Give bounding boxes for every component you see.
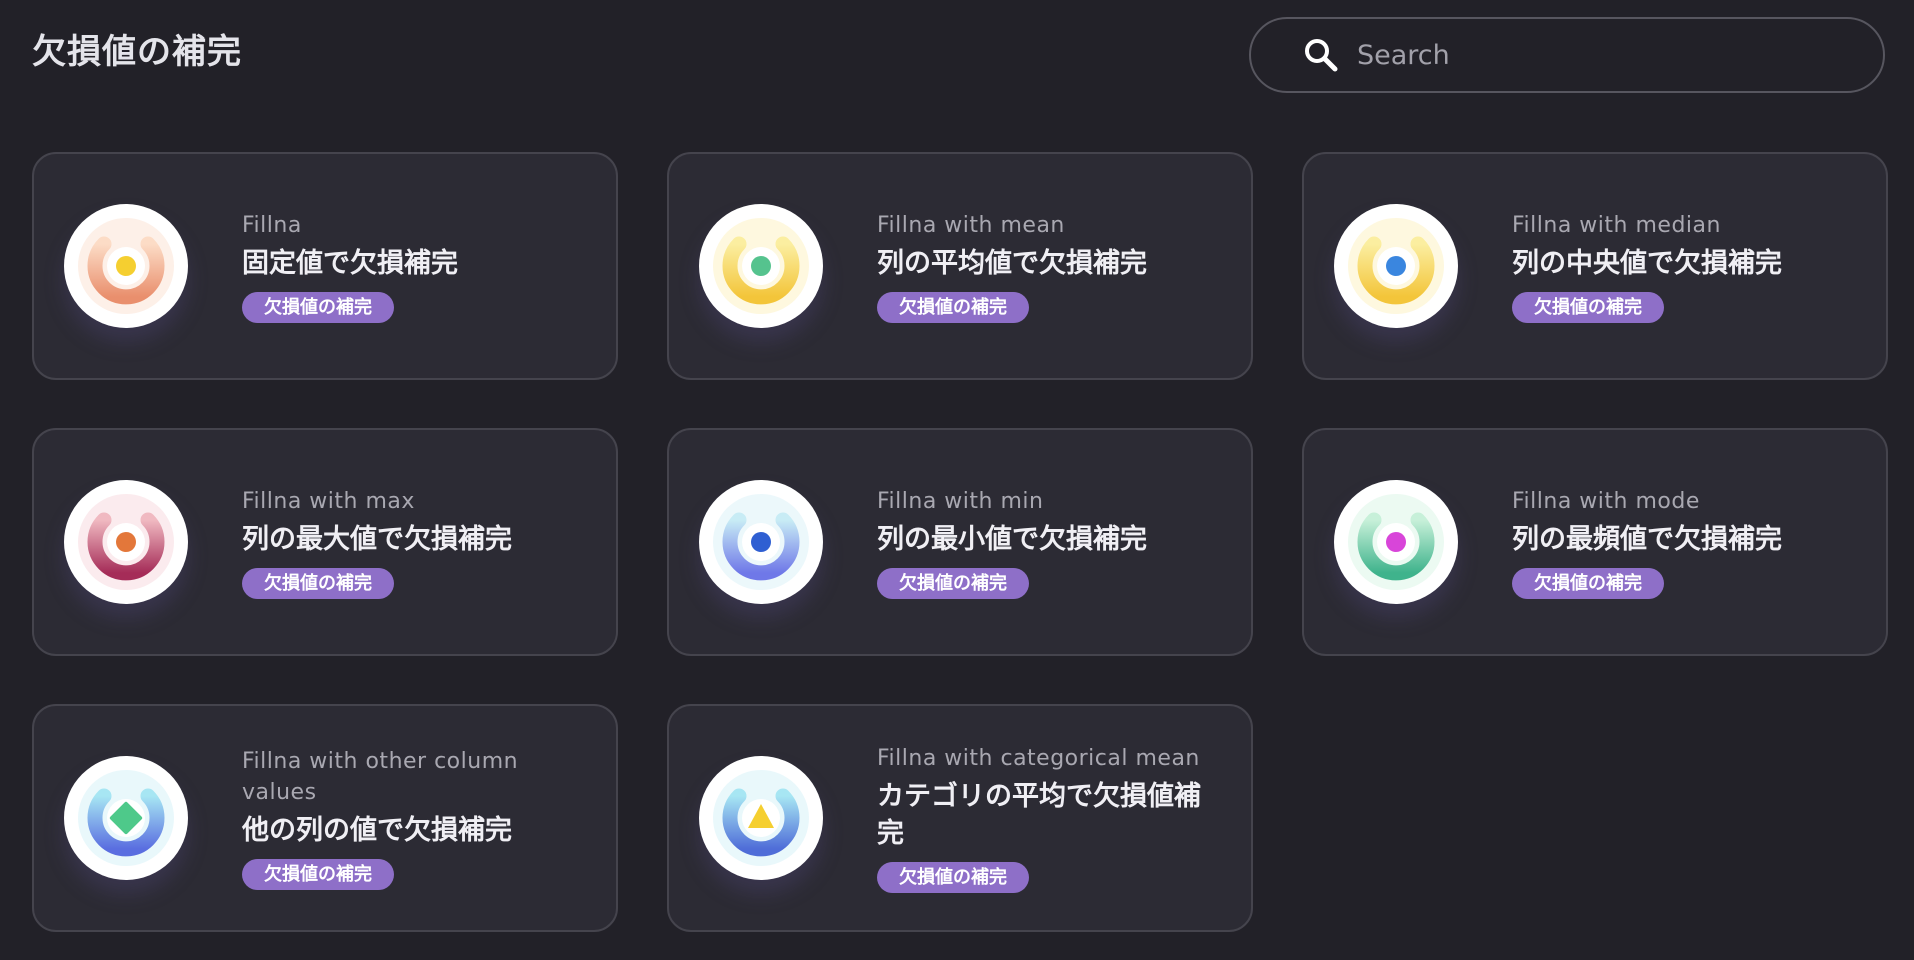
- category-tag[interactable]: 欠損値の補完: [1512, 291, 1664, 323]
- ring-dot-icon: [713, 494, 809, 590]
- card-title: 列の最大値で欠損補完: [242, 523, 512, 555]
- card-text: Fillna with mode 列の最頻値で欠損補完 欠損値の補完: [1512, 486, 1782, 599]
- card-subtitle: Fillna with mean: [877, 212, 1065, 238]
- card-text: Fillna with mean 列の平均値で欠損補完 欠損値の補完: [877, 210, 1147, 323]
- card-text: Fillna with max 列の最大値で欠損補完 欠損値の補完: [242, 486, 512, 599]
- card-subtitle: Fillna with min: [877, 488, 1044, 514]
- card-title: 列の最頻値で欠損補完: [1512, 523, 1782, 555]
- card-subtitle: Fillna with categorical mean: [877, 746, 1200, 771]
- category-tag[interactable]: 欠損値の補完: [242, 567, 394, 599]
- card-icon-badge: [64, 480, 188, 604]
- ring-triangle-icon: [713, 770, 809, 866]
- card-icon-badge: [699, 204, 823, 328]
- search-input[interactable]: [1355, 38, 1839, 72]
- card-title: 固定値で欠損補完: [242, 247, 458, 279]
- feature-card-1[interactable]: Fillna 固定値で欠損補完 欠損値の補完: [32, 152, 618, 380]
- category-tag[interactable]: 欠損値の補完: [1512, 567, 1664, 599]
- ring-diamond-icon: [78, 770, 174, 866]
- category-tag[interactable]: 欠損値の補完: [877, 291, 1029, 323]
- card-text: Fillna with categorical mean カテゴリの平均で欠損値…: [877, 743, 1227, 893]
- feature-card-3[interactable]: Fillna with median 列の中央値で欠損補完 欠損値の補完: [1302, 152, 1888, 380]
- feature-card-6[interactable]: Fillna with mode 列の最頻値で欠損補完 欠損値の補完: [1302, 428, 1888, 656]
- feature-card-7[interactable]: Fillna with other column values 他の列の値で欠損…: [32, 704, 618, 932]
- card-text: Fillna with min 列の最小値で欠損補完 欠損値の補完: [877, 486, 1147, 599]
- category-tag[interactable]: 欠損値の補完: [242, 859, 394, 890]
- category-tag[interactable]: 欠損値の補完: [242, 291, 394, 323]
- card-subtitle: Fillna: [242, 212, 302, 238]
- card-icon-badge: [699, 756, 823, 880]
- card-text: Fillna with median 列の中央値で欠損補完 欠損値の補完: [1512, 210, 1782, 323]
- card-text: Fillna 固定値で欠損補完 欠損値の補完: [242, 210, 458, 323]
- ring-dot-icon: [78, 494, 174, 590]
- feature-card-4[interactable]: Fillna with max 列の最大値で欠損補完 欠損値の補完: [32, 428, 618, 656]
- ring-dot-icon: [713, 218, 809, 314]
- page: 欠損値の補完 Fillna 固定値で欠損補完 欠損値の補完 Fillna wit…: [0, 0, 1914, 960]
- card-subtitle: Fillna with other column values: [242, 749, 519, 805]
- search-icon[interactable]: [1303, 37, 1339, 73]
- ring-dot-icon: [78, 218, 174, 314]
- card-icon-badge: [64, 756, 188, 880]
- card-subtitle: Fillna with mode: [1512, 488, 1700, 514]
- card-title: 列の平均値で欠損補完: [877, 247, 1147, 279]
- ring-dot-icon: [1348, 494, 1444, 590]
- feature-card-8[interactable]: Fillna with categorical mean カテゴリの平均で欠損値…: [667, 704, 1253, 932]
- feature-card-2[interactable]: Fillna with mean 列の平均値で欠損補完 欠損値の補完: [667, 152, 1253, 380]
- card-title: 列の最小値で欠損補完: [877, 523, 1147, 555]
- category-tag[interactable]: 欠損値の補完: [877, 862, 1029, 893]
- ring-dot-icon: [1348, 218, 1444, 314]
- page-title: 欠損値の補完: [32, 32, 242, 72]
- card-icon-badge: [64, 204, 188, 328]
- category-tag[interactable]: 欠損値の補完: [877, 567, 1029, 599]
- search-bar[interactable]: [1249, 17, 1885, 93]
- card-title: カテゴリの平均で欠損値補完: [877, 781, 1201, 849]
- card-title: 列の中央値で欠損補完: [1512, 247, 1782, 279]
- feature-card-5[interactable]: Fillna with min 列の最小値で欠損補完 欠損値の補完: [667, 428, 1253, 656]
- card-icon-badge: [1334, 204, 1458, 328]
- card-grid: Fillna 固定値で欠損補完 欠損値の補完 Fillna with mean …: [32, 152, 1888, 932]
- card-title: 他の列の値で欠損補完: [242, 815, 512, 846]
- card-text: Fillna with other column values 他の列の値で欠損…: [242, 746, 592, 890]
- card-subtitle: Fillna with max: [242, 488, 415, 514]
- card-subtitle: Fillna with median: [1512, 212, 1721, 238]
- card-icon-badge: [699, 480, 823, 604]
- card-icon-badge: [1334, 480, 1458, 604]
